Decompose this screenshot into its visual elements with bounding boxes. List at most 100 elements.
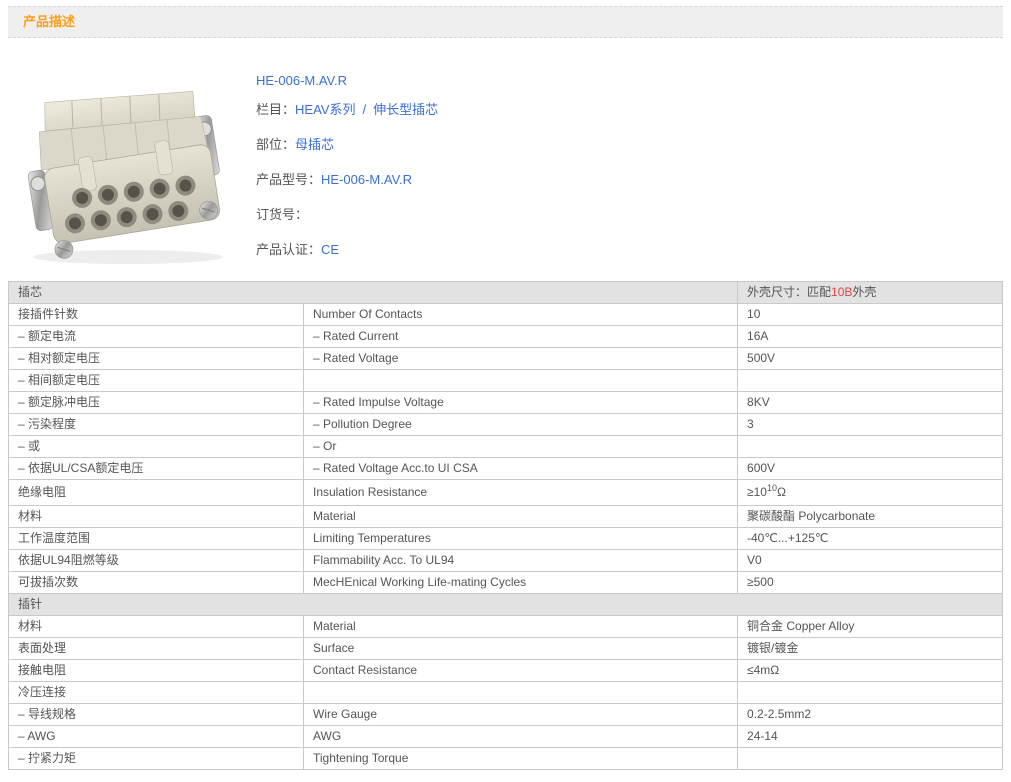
spec-label-en: – Rated Voltage xyxy=(302,347,739,370)
section-shell-note: 外壳尺寸：匹配10B外壳 xyxy=(737,281,1003,304)
spec-value: 铜合金 Copper Alloy xyxy=(737,615,1003,638)
certification-label: 产品认证： xyxy=(256,242,322,257)
section-header-row: 插针 xyxy=(8,593,1003,616)
spec-table: 插芯 外壳尺寸：匹配10B外壳 接插件针数 Number Of Contacts 10–… xyxy=(7,281,1003,770)
section-title: 插芯 xyxy=(7,281,739,304)
spec-row: – 相间额定电压 xyxy=(8,369,1003,392)
spec-row: – 导线规格 Wire Gauge 0.2-2.5mm2 xyxy=(8,703,1003,726)
spec-label-en: MecHEnical Working Life-mating Cycles xyxy=(302,571,739,594)
spec-row: 接插件针数 Number Of Contacts 10 xyxy=(8,303,1003,326)
spec-row: 接触电阻 Contact Resistance ≤4mΩ xyxy=(8,659,1003,682)
spec-label-en: Surface xyxy=(302,637,739,660)
spec-row: – 相对额定电压 – Rated Voltage 500V xyxy=(8,347,1003,370)
product-summary: HE-006-M.AV.R 栏目：HEAV系列 / 伸长型插芯 部位：母插芯 产品型… xyxy=(10,71,1003,281)
spec-value: ≥500 xyxy=(737,571,1003,594)
spec-row: 依据UL94阻燃等级 Flammability Acc. To UL94 V0 xyxy=(8,549,1003,572)
spec-row: 工作温度范围 Limiting Temperatures -40℃...+125℃ xyxy=(8,527,1003,550)
spec-label-cn: – AWG xyxy=(8,725,304,748)
spec-value: 10 xyxy=(737,303,1003,326)
model-link[interactable]: HE-006-M.AV.R xyxy=(321,172,412,187)
spec-label-cn: 工作温度范围 xyxy=(8,527,304,550)
spec-label-en: – Pollution Degree xyxy=(302,413,739,436)
spec-value: 镀银/镀金 xyxy=(737,637,1003,660)
spec-label-en xyxy=(302,369,739,392)
spec-label-cn: – 拧紧力矩 xyxy=(8,747,304,770)
spec-row: – 依据UL/CSA额定电压 – Rated Voltage Acc.to UI … xyxy=(8,457,1003,480)
category-label: 栏目： xyxy=(256,102,296,117)
spec-label-cn: – 相对额定电压 xyxy=(8,347,304,370)
spec-label-en: Material xyxy=(302,615,739,638)
spec-row: 绝缘电阻 Insulation Resistance ≥1010Ω xyxy=(8,479,1003,506)
spec-label-en: Material xyxy=(302,505,739,528)
spec-label-cn: – 污染程度 xyxy=(8,413,304,436)
spec-label-cn: 依据UL94阻燃等级 xyxy=(8,549,304,572)
spec-label-cn: 表面处理 xyxy=(8,637,304,660)
spec-row: 可拔插次数 MecHEnical Working Life-mating Cycl… xyxy=(8,571,1003,594)
spec-value xyxy=(737,369,1003,392)
category-separator: / xyxy=(362,102,367,117)
model-label: 产品型号： xyxy=(256,172,322,187)
product-category: 栏目：HEAV系列 / 伸长型插芯 xyxy=(256,103,438,117)
product-name: HE-006-M.AV.R xyxy=(256,74,438,88)
part-label: 部位： xyxy=(256,137,296,152)
spec-value: 聚碳酸酯 Polycarbonate xyxy=(737,505,1003,528)
section-title: 插针 xyxy=(8,593,1003,616)
product-certification: 产品认证：CE xyxy=(256,243,438,257)
product-part: 部位：母插芯 xyxy=(256,138,438,152)
spec-table-body: 插芯 外壳尺寸：匹配10B外壳 接插件针数 Number Of Contacts 10–… xyxy=(7,281,1003,770)
spec-label-en: Number Of Contacts xyxy=(302,303,739,326)
spec-label-en: Tightening Torque xyxy=(302,747,739,770)
spec-label-en: AWG xyxy=(302,725,739,748)
spec-label-cn: 冷压连接 xyxy=(8,681,304,704)
spec-value xyxy=(737,747,1003,770)
spec-row: – 或 – Or xyxy=(8,435,1003,458)
spec-label-en: – Rated Voltage Acc.to UI CSA xyxy=(302,457,739,480)
spec-label-en: Insulation Resistance xyxy=(302,479,739,506)
spec-value xyxy=(737,435,1003,458)
spec-label-cn: – 或 xyxy=(8,435,304,458)
spec-label-cn: 材料 xyxy=(8,615,304,638)
spec-label-en: – Rated Current xyxy=(302,325,739,348)
spec-row: – 额定电流 – Rated Current 16A xyxy=(8,325,1003,348)
spec-label-cn: – 依据UL/CSA额定电压 xyxy=(8,457,304,480)
spec-value: 0.2-2.5mm2 xyxy=(737,703,1003,726)
spec-row: – 拧紧力矩 Tightening Torque xyxy=(8,747,1003,770)
product-image xyxy=(10,71,242,281)
page-title: 产品描述 xyxy=(8,6,1003,38)
spec-label-cn: – 相间额定电压 xyxy=(8,369,304,392)
spec-row: 冷压连接 xyxy=(8,681,1003,704)
spec-value xyxy=(737,681,1003,704)
spec-row: – 额定脉冲电压 – Rated Impulse Voltage 8KV xyxy=(8,391,1003,414)
part-link[interactable]: 母插芯 xyxy=(295,137,334,152)
spec-row: 材料 Material 铜合金 Copper Alloy xyxy=(8,615,1003,638)
spec-row: – AWG AWG 24-14 xyxy=(8,725,1003,748)
spec-row: – 污染程度 – Pollution Degree 3 xyxy=(8,413,1003,436)
spec-label-cn: 可拔插次数 xyxy=(8,571,304,594)
spec-value: -40℃...+125℃ xyxy=(737,527,1003,550)
product-info: HE-006-M.AV.R 栏目：HEAV系列 / 伸长型插芯 部位：母插芯 产品型… xyxy=(256,71,438,281)
certification-link[interactable]: CE xyxy=(321,242,339,257)
connector-illustration xyxy=(27,90,223,264)
spec-value: 3 xyxy=(737,413,1003,436)
spec-label-cn: 绝缘电阻 xyxy=(8,479,304,506)
spec-value: 24-14 xyxy=(737,725,1003,748)
spec-label-en: – Rated Impulse Voltage xyxy=(302,391,739,414)
product-name-link[interactable]: HE-006-M.AV.R xyxy=(256,73,347,88)
spec-label-en: Flammability Acc. To UL94 xyxy=(302,549,739,572)
order-no-label: 订货号： xyxy=(256,207,309,222)
spec-label-en: – Or xyxy=(302,435,739,458)
category-type-link[interactable]: 伸长型插芯 xyxy=(373,102,438,117)
spec-label-cn: 接触电阻 xyxy=(8,659,304,682)
spec-label-en: Contact Resistance xyxy=(302,659,739,682)
spec-label-cn: – 导线规格 xyxy=(8,703,304,726)
spec-value: 8KV xyxy=(737,391,1003,414)
product-order-no: 订货号： xyxy=(256,208,438,222)
spec-label-en: Limiting Temperatures xyxy=(302,527,739,550)
category-series-link[interactable]: HEAV系列 xyxy=(295,102,355,117)
spec-value: 500V xyxy=(737,347,1003,370)
spec-row: 材料 Material 聚碳酸酯 Polycarbonate xyxy=(8,505,1003,528)
spec-label-cn: – 额定脉冲电压 xyxy=(8,391,304,414)
spec-label-en: Wire Gauge xyxy=(302,703,739,726)
spec-label-en xyxy=(302,681,739,704)
spec-value: ≥1010Ω xyxy=(737,479,1003,506)
